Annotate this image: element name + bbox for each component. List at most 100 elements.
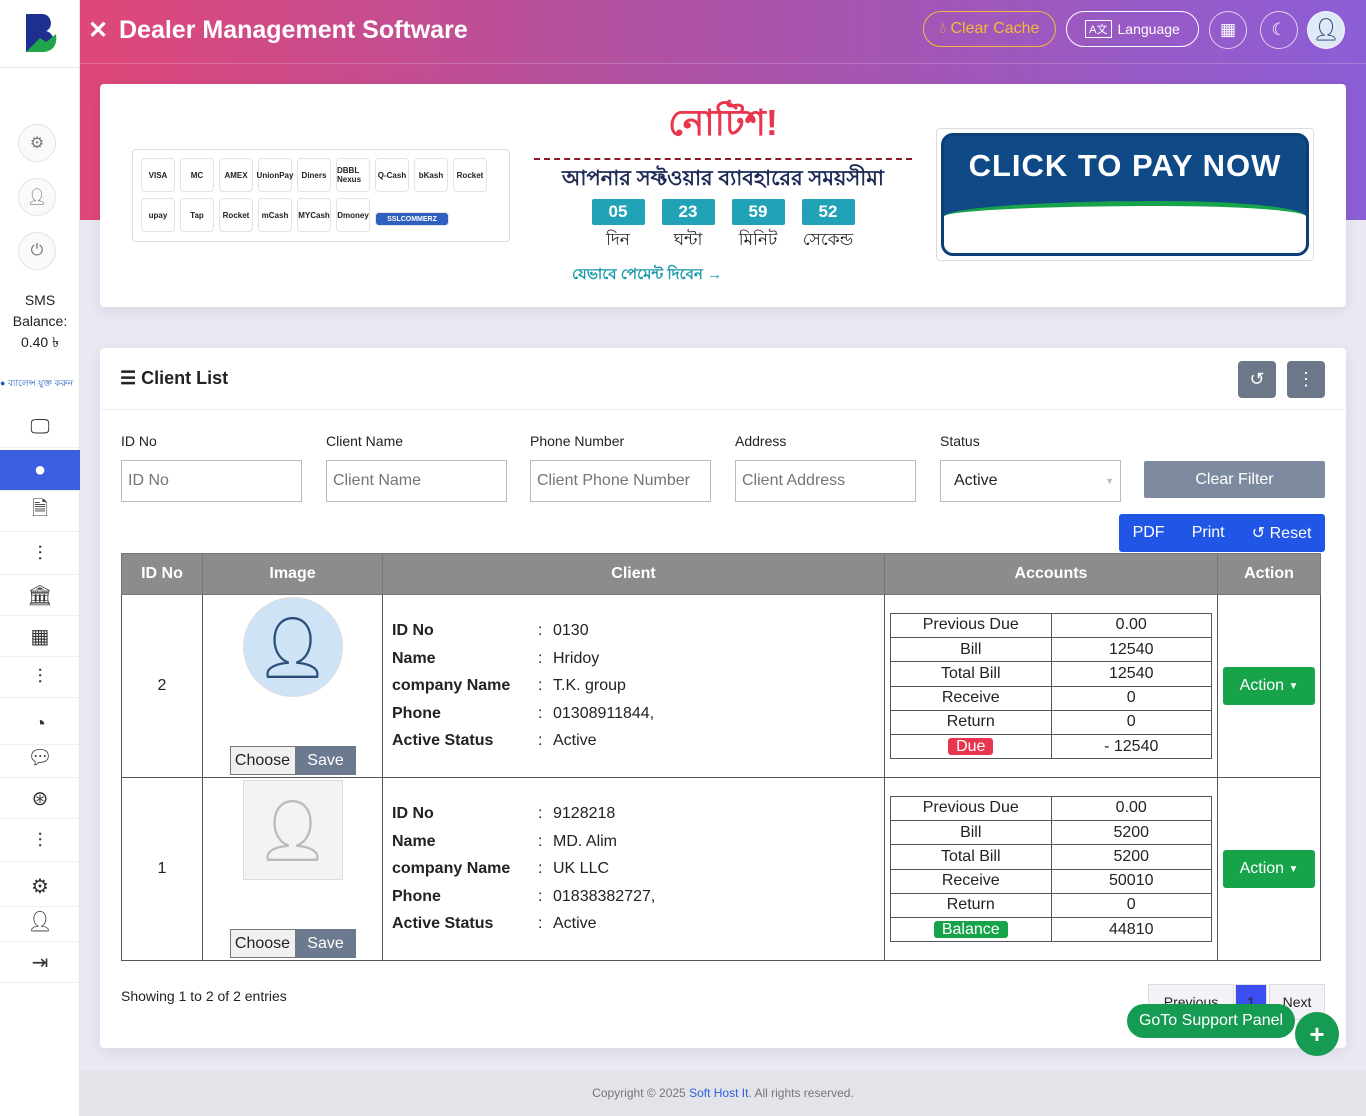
balance-value: 0.40 ৳ [0, 332, 80, 353]
list-icon: ☰ [120, 368, 136, 388]
field-value: Active [553, 732, 597, 750]
plus-icon[interactable]: + [1295, 1012, 1339, 1056]
payment-logo: Diners [297, 158, 331, 192]
account-value: 12540 [1051, 637, 1212, 661]
choose-file-button[interactable]: Choose [230, 746, 296, 775]
nav-analytics[interactable]: ⫶ [0, 821, 80, 862]
calculator-button[interactable]: ▦ [1209, 11, 1247, 49]
nav-products[interactable]: ▦ [0, 616, 80, 657]
timer-minutes: 59মিনিট [732, 199, 785, 255]
client-list-card: ☰ Client List ↺ ⋮ ID No Client Name Phon… [100, 348, 1346, 1048]
account-label: Bill [891, 637, 1052, 661]
more-options-button[interactable]: ⋮ [1287, 361, 1325, 398]
column-id[interactable]: ID No [122, 554, 203, 595]
client-avatar: 👤︎ [243, 780, 343, 880]
notice: নোটিশ! আপনার সফ্টওয়ার ব্যাবহারের সময়সী… [534, 96, 912, 288]
nav-users[interactable]: 👤︎ [0, 901, 80, 942]
save-image-button[interactable]: Save [296, 929, 356, 958]
field-label: ID No [392, 622, 538, 640]
client-list-title: ☰ Client List [120, 368, 228, 389]
client-table: ID No Image Client Accounts Action 2 👤︎C… [121, 553, 1321, 961]
colon: : [538, 805, 553, 823]
account-label: Receive [891, 686, 1052, 710]
field-label: company Name [392, 677, 538, 695]
company-link[interactable]: Soft Host It [689, 1086, 748, 1100]
field-value: 9128218 [553, 805, 615, 823]
action-dropdown-button[interactable]: Action ▼ [1223, 667, 1315, 705]
address-label: Address [735, 433, 916, 449]
action-dropdown-button[interactable]: Action ▼ [1223, 850, 1315, 888]
choose-file-button[interactable]: Choose [230, 929, 296, 958]
timer-value: 23 [662, 199, 715, 225]
column-accounts: Accounts [885, 554, 1218, 595]
arrow-right-icon: → [707, 266, 722, 283]
filter-phone: Phone Number [530, 433, 711, 502]
field-value: 0130 [553, 622, 589, 640]
row-number: 1 [122, 778, 203, 961]
profile-button[interactable]: 👤︎ [18, 178, 56, 216]
refresh-button[interactable]: ↺ [1238, 361, 1276, 398]
payment-guide-link[interactable]: যেভাবে পেমেন্ট দিবেন → [534, 263, 912, 288]
account-value: 0.00 [1051, 613, 1212, 637]
account-value: 5200 [1051, 845, 1212, 869]
add-balance-link[interactable]: ● ব্যালেন্স যুক্ত করুন [0, 376, 80, 391]
field-value: T.K. group [553, 677, 626, 695]
account-row: Previous Due0.00 [891, 613, 1212, 637]
language-label: Language [1118, 21, 1180, 37]
language-button[interactable]: A文 Language [1066, 11, 1199, 47]
account-value: 0 [1051, 893, 1212, 917]
action-cell: Action ▼ [1218, 778, 1321, 961]
nav-reports[interactable]: ⫶ [0, 534, 80, 575]
user-avatar[interactable]: 👤︎ [1307, 11, 1345, 49]
nav-messages[interactable]: 💬︎ [0, 737, 80, 778]
copyright-text: Copyright © 2025 [592, 1086, 689, 1100]
pdf-button[interactable]: PDF [1133, 524, 1165, 542]
colon: : [538, 705, 553, 723]
account-row: Return0 [891, 710, 1212, 734]
translate-icon: A文 [1085, 20, 1111, 38]
field-label: ID No [392, 805, 538, 823]
payment-logo: VISA [141, 158, 175, 192]
clear-filter-button[interactable]: Clear Filter [1144, 461, 1325, 498]
id-input[interactable] [121, 460, 302, 502]
address-input[interactable] [735, 460, 916, 502]
client-field-phone: Phone:01308911844, [392, 700, 884, 728]
client-field-name: Name:Hridoy [392, 645, 884, 673]
sidebar: ⚙ 👤︎ ⏻ SMSBalance:0.40 ৳ ● ব্যালেন্স যুক… [0, 0, 80, 1116]
phone-input[interactable] [530, 460, 711, 502]
client-info: ID No:0130Name:Hridoycompany Name:T.K. g… [383, 595, 885, 778]
status-badge: Due [948, 738, 993, 755]
timer-seconds: 52সেকেন্ড [802, 199, 855, 255]
nav-invoice[interactable]: 🗎 [0, 491, 80, 532]
colon: : [538, 732, 553, 750]
nav-clients[interactable]: ● [0, 450, 80, 491]
support-panel-button[interactable]: GoTo Support Panel [1127, 1004, 1295, 1038]
payment-logo: upay [141, 198, 175, 232]
account-value: 0 [1051, 686, 1212, 710]
nav-support[interactable]: ⊛ [0, 778, 80, 819]
close-sidebar-icon[interactable]: ✕ [88, 16, 108, 45]
status-select[interactable]: Active▼ [940, 460, 1121, 502]
timer-value: 59 [732, 199, 785, 225]
notice-card: VISAMCAMEXUnionPayDinersDBBL NexusQ-Cash… [100, 84, 1346, 307]
pay-now-banner[interactable]: CLICK TO PAY NOW [936, 128, 1314, 261]
final-balance: 44810 [1051, 918, 1212, 942]
nav-stats[interactable]: ⫶ [0, 657, 80, 698]
account-label: Total Bill [891, 845, 1052, 869]
id-label: ID No [121, 433, 302, 449]
dark-mode-button[interactable]: ☾ [1260, 11, 1298, 49]
client-field-name: Name:MD. Alim [392, 828, 884, 856]
print-button[interactable]: Print [1192, 524, 1225, 542]
caret-down-icon: ▼ [1289, 864, 1299, 875]
power-button[interactable]: ⏻ [18, 232, 56, 270]
settings-button[interactable]: ⚙ [18, 124, 56, 162]
column-action: Action [1218, 554, 1321, 595]
nav-bank[interactable]: 🏛 [0, 575, 80, 616]
nav-logout[interactable]: ⇥ [0, 942, 80, 983]
reset-button[interactable]: ↺ Reset [1252, 523, 1312, 543]
clear-cache-button[interactable]: 💧︎ Clear Cache [923, 11, 1056, 47]
save-image-button[interactable]: Save [296, 746, 356, 775]
client-name-input[interactable] [326, 460, 507, 502]
nav-dashboard[interactable]: 🖵 [0, 407, 80, 448]
client-avatar: 👤︎ [243, 597, 343, 697]
